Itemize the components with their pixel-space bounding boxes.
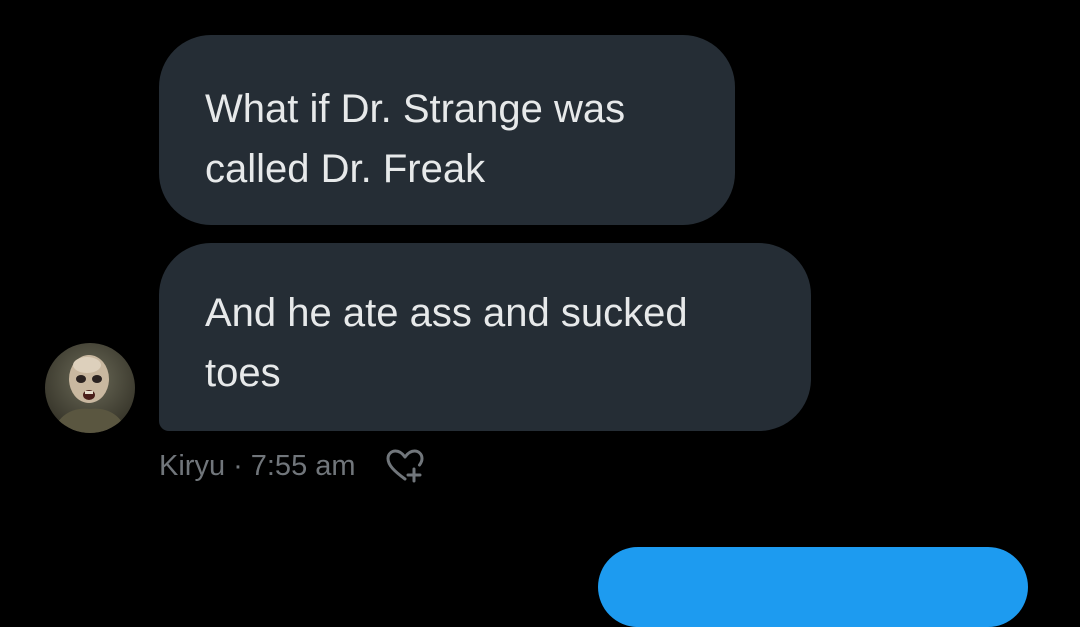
outgoing-message-bubble[interactable] [598, 547, 1028, 627]
message-text: And he ate ass and sucked toes [205, 291, 688, 395]
sender-name: Kiryu [159, 449, 226, 482]
heart-plus-icon [386, 449, 424, 483]
avatar-image [45, 343, 135, 433]
message-bubble[interactable]: And he ate ass and sucked toes [159, 243, 811, 431]
meta-separator: · [233, 449, 243, 482]
message-bubble[interactable]: What if Dr. Strange was called Dr. Freak [159, 35, 735, 225]
message-time: 7:55 am [250, 449, 356, 482]
add-reaction-button[interactable] [382, 446, 428, 486]
message-text: What if Dr. Strange was called Dr. Freak [205, 87, 626, 191]
avatar[interactable] [45, 343, 135, 433]
message-meta: Kiryu · 7:55 am [159, 446, 428, 486]
